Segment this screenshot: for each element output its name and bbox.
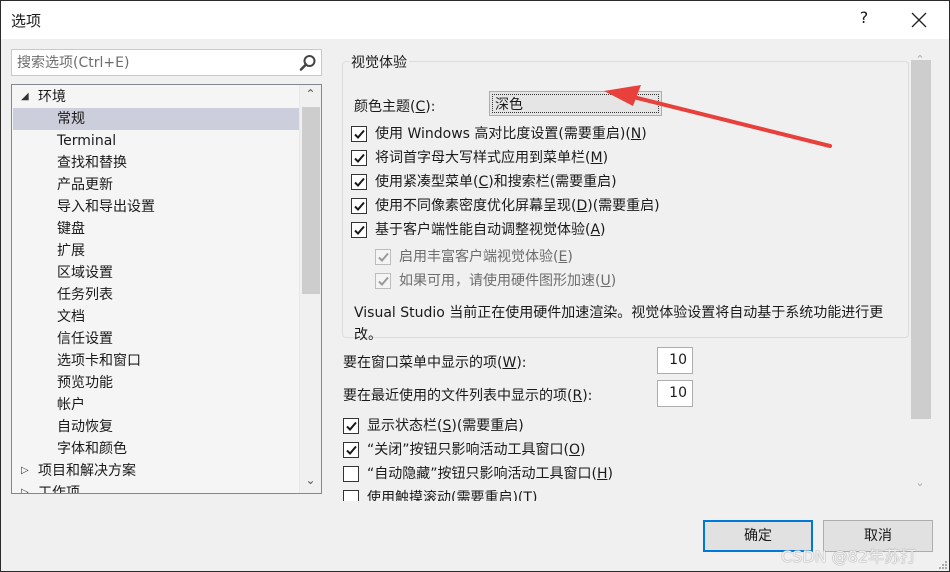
checkbox-label: “自动隐藏”按钮只影响活动工具窗口(H) (367, 466, 613, 482)
checkbox-label: 使用不同像素密度优化屏幕呈现(D)(需要重启) (375, 198, 660, 214)
tree-item[interactable]: 字体和颜色 (13, 438, 299, 460)
color-theme-label: 颜色主题(C): (354, 99, 436, 115)
window-menu-items-label: 要在窗口菜单中显示的项(W): (343, 355, 527, 371)
tree-item[interactable]: 键盘 (13, 218, 299, 240)
tree-item-label: 字体和颜色 (57, 441, 127, 457)
tree-item[interactable]: Terminal (13, 130, 299, 152)
tree-item[interactable]: 文档 (13, 306, 299, 328)
panel-scrollbar[interactable]: ⌃ ⌄ (909, 51, 931, 501)
tree-item-label: 帐户 (57, 397, 85, 413)
tree-item-label: 查找和替换 (57, 155, 127, 171)
tree-item[interactable]: 常规 (13, 108, 299, 130)
scroll-up-icon[interactable]: ⌃ (300, 87, 321, 105)
tree-item-label: 常规 (57, 111, 85, 127)
checkbox[interactable] (343, 442, 359, 458)
panel-scroll-thumb[interactable] (911, 60, 931, 419)
scroll-down-icon[interactable]: ⌄ (300, 473, 321, 491)
search-box[interactable] (11, 49, 322, 76)
checkbox-label: 如果可用，请使用硬件图形加速(U) (399, 273, 617, 289)
window-menu-items-input[interactable]: 10 (657, 347, 693, 374)
help-button[interactable]: ? (853, 8, 875, 32)
color-theme-value: 深色 (495, 97, 523, 113)
checkbox[interactable] (351, 150, 367, 166)
tree-item-label: 任务列表 (57, 287, 113, 303)
tree-item-label: 项目和解决方案 (38, 463, 136, 479)
checkbox-label: 显示状态栏(S)(需要重启) (367, 418, 524, 434)
visual-experience-group: 颜色主题(C): 深色 ⌄ 使用 Windows 高对比度设置(需要重启)(N)… (342, 61, 909, 343)
recent-files-items-input[interactable]: 10 (657, 380, 693, 407)
tree-item[interactable]: ▷ 项目和解决方案 (13, 460, 299, 482)
close-button[interactable] (907, 8, 931, 32)
tree-item[interactable]: 预览功能 (13, 372, 299, 394)
recent-files-items-label: 要在最近使用的文件列表中显示的项(R): (343, 388, 593, 404)
tree-item[interactable]: 扩展 (13, 240, 299, 262)
tree-item[interactable]: 信任设置 (13, 328, 299, 350)
tree-item-label: 选项卡和窗口 (57, 353, 141, 369)
tree-item-label: 产品更新 (57, 177, 113, 193)
checkbox[interactable] (351, 222, 367, 238)
checkbox[interactable] (343, 490, 359, 501)
tree-item[interactable]: 任务列表 (13, 284, 299, 306)
tree-item[interactable]: 查找和替换 (13, 152, 299, 174)
checkbox-label: “关闭”按钮只影响活动工具窗口(O) (367, 442, 586, 458)
search-input[interactable] (12, 50, 292, 75)
checkbox-label: 将词首字母大写样式应用到菜单栏(M) (375, 150, 609, 166)
tree-item-label: 工作项 (38, 485, 80, 494)
collapsed-triangle-icon[interactable]: ▷ (21, 460, 33, 482)
tree-item[interactable]: 区域设置 (13, 262, 299, 284)
tree-item-label: Terminal (57, 133, 117, 149)
tree-item[interactable]: ▷ 工作项 (13, 482, 299, 494)
checkbox[interactable] (343, 466, 359, 482)
tree-item[interactable]: 选项卡和窗口 (13, 350, 299, 372)
checkbox-label: 基于客户端性能自动调整视觉体验(A) (375, 222, 606, 238)
tree-scrollbar[interactable]: ⌃ ⌄ (299, 85, 321, 493)
scroll-down-icon[interactable]: ⌄ (909, 476, 931, 489)
ok-button[interactable]: 确定 (703, 520, 813, 552)
tree-item-label: 环境 (38, 89, 66, 105)
dialog-title: 选项 (11, 12, 42, 30)
tree-item[interactable]: 自动恢复 (13, 416, 299, 438)
tree-item[interactable]: 产品更新 (13, 174, 299, 196)
checkbox-label: 使用 Windows 高对比度设置(需要重启)(N) (375, 126, 647, 142)
expanded-triangle-icon[interactable]: ◢ (21, 86, 33, 108)
checkbox[interactable] (351, 198, 367, 214)
options-dialog: 选项 ? ◢ 环境常规 Terminal 查找和替换产品更新导入和导出设置键盘扩展区域… (0, 0, 950, 572)
tree-item-label: 信任设置 (57, 331, 113, 347)
tree-item-label: 预览功能 (57, 375, 113, 391)
tree-item[interactable]: 导入和导出设置 (13, 196, 299, 218)
tree-item-label: 扩展 (57, 243, 85, 259)
cancel-button[interactable]: 取消 (823, 520, 933, 552)
search-icon[interactable] (299, 54, 317, 72)
checkbox[interactable] (351, 174, 367, 190)
checkbox[interactable] (351, 126, 367, 142)
title-bar: 选项 ? (1, 1, 949, 39)
close-icon (911, 12, 927, 28)
tree-item-label: 自动恢复 (57, 419, 113, 435)
tree-item-label: 区域设置 (57, 265, 113, 281)
checkbox-label: 使用紧凑型菜单(C)和搜索栏(需要重启) (375, 174, 617, 190)
checkbox-label: 使用触摸滚动(需要重启)(T) (367, 490, 538, 501)
checkbox (375, 249, 391, 265)
tree-item-label: 键盘 (57, 221, 85, 237)
options-tree: ◢ 环境常规 Terminal 查找和替换产品更新导入和导出设置 键盘扩展区域设置任务列… (11, 84, 322, 494)
checkbox[interactable] (343, 418, 359, 434)
tree-item-label: 文档 (57, 309, 85, 325)
hardware-acceleration-note: Visual Studio 当前正在使用硬件加速渲染。视觉体验设置将自动基于系统… (354, 305, 884, 343)
tree-item-label: 导入和导出设置 (57, 199, 155, 215)
tree-item[interactable]: ◢ 环境 (13, 86, 299, 108)
settings-panel: 颜色主题(C): 深色 ⌄ 使用 Windows 高对比度设置(需要重启)(N)… (339, 49, 909, 501)
checkbox-label: 启用丰富客户端视觉体验(E) (399, 249, 573, 265)
color-theme-dropdown[interactable]: 深色 ⌄ (489, 91, 662, 116)
chevron-down-icon: ⌄ (646, 94, 655, 105)
checkbox (375, 273, 391, 289)
tree-item[interactable]: 帐户 (13, 394, 299, 416)
group-title: 视觉体验 (349, 52, 409, 72)
resize-grip-icon[interactable] (938, 560, 948, 570)
collapsed-triangle-icon[interactable]: ▷ (21, 482, 33, 493)
tree-scroll-thumb[interactable] (302, 107, 320, 294)
